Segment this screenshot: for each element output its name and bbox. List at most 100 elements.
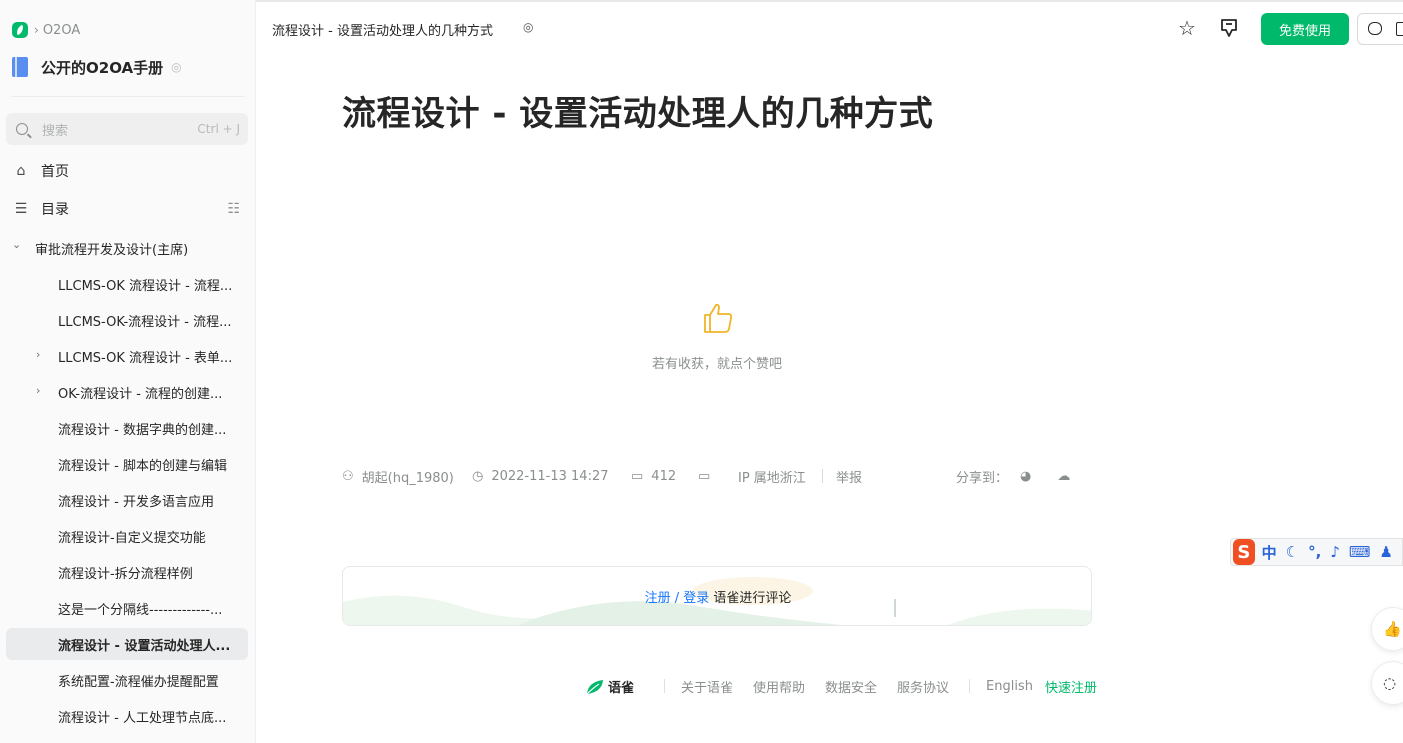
meta-datetime: ◷ 2022-11-13 14:27	[472, 466, 609, 486]
float-comment-button[interactable]: ◌	[1371, 661, 1403, 705]
toc-item[interactable]: › OK-流程设计 - 流程的创建...	[6, 376, 248, 408]
footer-brand[interactable]: 语雀	[586, 677, 634, 696]
toc-item-label: 审批流程开发及设计(主席)	[35, 242, 189, 258]
meta-comments[interactable]: ▭	[698, 466, 718, 486]
footer-link[interactable]: 关于语雀	[681, 677, 733, 696]
book-header[interactable]: 公开的O2OA手册 ◎	[12, 55, 182, 79]
toc-item[interactable]: 这是一个分隔线-------------...	[6, 592, 248, 624]
panel-icon	[1396, 22, 1403, 36]
breadcrumb[interactable]: › O2OA	[12, 20, 80, 40]
toc-item[interactable]: 流程设计 - 脚本的创建与编辑	[6, 448, 248, 480]
toc-item-label: 流程设计 - 数据字典的创建...	[58, 422, 227, 438]
meta-author[interactable]: ⚇ 胡起(hq_1980)	[342, 466, 454, 486]
chevron-right-icon[interactable]: ›	[36, 348, 40, 361]
comment-icon[interactable]: ▭	[698, 469, 710, 484]
divider	[12, 96, 244, 97]
pin-icon[interactable]	[1218, 17, 1240, 39]
ime-logo-icon[interactable]: S	[1233, 539, 1255, 565]
publish-datetime: 2022-11-13 14:27	[491, 468, 609, 484]
toc-item[interactable]: 流程设计 - 数据字典的创建...	[6, 412, 248, 444]
punctuation-icon[interactable]: °,	[1308, 543, 1321, 561]
footer-link[interactable]: 数据安全	[825, 677, 877, 696]
logo-icon	[586, 679, 603, 694]
toc-item[interactable]: LLCMS-OK 流程设计 - 流程...	[6, 268, 248, 300]
book-title[interactable]: 公开的O2OA手册	[41, 57, 163, 78]
ime-mode[interactable]: 中	[1262, 542, 1277, 563]
thumbs-up-icon: 👍	[1383, 620, 1402, 638]
public-globe-icon: ◎	[171, 60, 182, 74]
share-label: 分享到：	[956, 470, 1009, 486]
toc-item-label: 这是一个分隔线-------------...	[58, 602, 223, 618]
microphone-icon[interactable]: ♪	[1330, 543, 1340, 561]
toc-list-icon[interactable]: ☷	[227, 201, 240, 217]
toc-item[interactable]: › LLCMS-OK 流程设计 - 表单...	[6, 340, 248, 372]
link-separator: /	[670, 591, 684, 606]
comment-toggle-button[interactable]	[1357, 13, 1403, 45]
toc-item-label: 流程设计 - 脚本的创建与编辑	[58, 458, 227, 474]
toc-item-label: LLCMS-OK 流程设计 - 流程...	[58, 278, 233, 294]
search-shortcut: Ctrl + J	[197, 122, 240, 136]
home-icon: ⌂	[16, 163, 26, 179]
register-link[interactable]: 注册	[645, 591, 671, 606]
nav-home[interactable]: ⌂ 首页	[6, 155, 248, 187]
page-title: 流程设计 - 设置活动处理人的几种方式	[342, 94, 934, 134]
clock-icon: ◷	[472, 468, 484, 484]
toc-item-label: LLCMS-OK 流程设计 - 表单...	[58, 350, 233, 366]
weibo-icon[interactable]: ◕	[1020, 469, 1031, 484]
nav-toc[interactable]: ☰ 目录 ☷	[6, 193, 248, 225]
toc-item[interactable]: 流程设计 - 开发多语言应用	[6, 484, 248, 516]
comment-login-box[interactable]: 注册 / 登录 语雀进行评论	[342, 566, 1092, 626]
moon-icon[interactable]: ☾	[1286, 543, 1299, 561]
user-icon[interactable]: ♟	[1380, 543, 1393, 561]
comment-prompt: 注册 / 登录 语雀进行评论	[343, 587, 1091, 606]
book-icon	[12, 57, 28, 77]
wechat-icon[interactable]: ☁	[1057, 469, 1070, 484]
user-icon: ⚇	[342, 468, 354, 484]
toc-item-label: OK-流程设计 - 流程的创建...	[58, 386, 223, 402]
read-count: 412	[651, 468, 677, 484]
quick-signup-link[interactable]: 快速注册	[1045, 677, 1097, 696]
public-globe-icon[interactable]: ◎	[523, 20, 533, 34]
meta-report[interactable]: 举报	[836, 466, 862, 486]
report-link[interactable]: 举报	[836, 467, 862, 486]
toc-item[interactable]: 流程设计-自定义提交功能	[6, 520, 248, 552]
footer-link[interactable]: 使用帮助	[753, 677, 805, 696]
search-placeholder: 搜索	[42, 123, 69, 139]
top-border	[256, 0, 1403, 2]
ip-location: IP 属地浙江	[738, 470, 806, 486]
toc-item-active[interactable]: 流程设计 - 设置活动处理人...	[6, 628, 248, 660]
author-name[interactable]: 胡起(hq_1980)	[362, 467, 454, 486]
chevron-down-icon[interactable]: ⌄	[12, 238, 21, 251]
toc-item[interactable]: 流程设计-拆分流程样例	[6, 556, 248, 588]
toc-item-label: 流程设计 - 设置活动处理人...	[58, 638, 231, 654]
toc-item[interactable]: LLCMS-OK-流程设计 - 流程...	[6, 304, 248, 336]
login-link[interactable]: 登录	[683, 591, 709, 606]
footer-divider	[969, 679, 970, 693]
sidebar: › O2OA 公开的O2OA手册 ◎ 搜索 Ctrl + J ⌂ 首页 ☰ 目录…	[0, 0, 256, 743]
footer-link[interactable]: 服务协议	[897, 677, 949, 696]
toc-item[interactable]: 系统配置-流程催办提醒配置	[6, 664, 248, 696]
chevron-right-icon[interactable]: ›	[36, 384, 40, 397]
toc-item-label: 系统配置-流程催办提醒配置	[58, 674, 219, 690]
star-icon[interactable]: ☆	[1178, 16, 1196, 40]
breadcrumb-space-link[interactable]: O2OA	[43, 23, 80, 38]
toc-item[interactable]: 流程设计 - 人工处理节点底...	[6, 700, 248, 732]
meta-separator	[822, 469, 823, 483]
toc-item-label: 流程设计-自定义提交功能	[58, 530, 206, 546]
ime-toolbar[interactable]: S 中 ☾ °, ♪ ⌨ ♟	[1230, 538, 1403, 566]
search-box[interactable]: 搜索 Ctrl + J	[6, 113, 248, 145]
language-switch[interactable]: English	[986, 677, 1033, 695]
float-like-button[interactable]: 👍	[1371, 607, 1403, 651]
toc-item[interactable]: ⌄ 审批流程开发及设计(主席)	[6, 232, 248, 264]
toc-item-label: LLCMS-OK-流程设计 - 流程...	[58, 314, 232, 330]
keyboard-icon[interactable]: ⌨	[1349, 543, 1371, 561]
footer-brand-name: 语雀	[608, 681, 635, 696]
comment-icon: ◌	[1383, 674, 1397, 692]
free-use-button[interactable]: 免费使用	[1261, 13, 1349, 45]
logo-icon[interactable]	[12, 22, 28, 38]
toc-item-label: 流程设计-拆分流程样例	[58, 566, 193, 582]
comment-prompt-suffix: 语雀进行评论	[709, 591, 792, 606]
nav-home-label: 首页	[41, 164, 69, 180]
thumbs-up-icon[interactable]	[700, 300, 736, 336]
header-doc-title: 流程设计 - 设置活动处理人的几种方式	[272, 24, 493, 39]
